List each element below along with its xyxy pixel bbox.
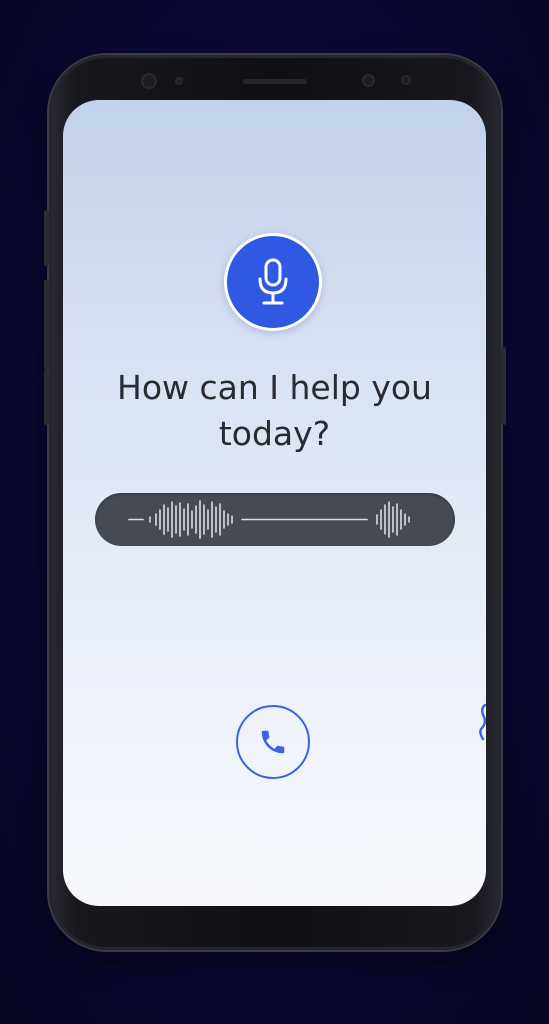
- phone-screen: How can I help you today?: [63, 100, 486, 906]
- microphone-icon: [258, 258, 288, 305]
- proximity-sensor: [175, 77, 183, 85]
- front-camera: [141, 73, 157, 89]
- phone-power-button: [501, 347, 506, 425]
- earpiece-speaker: [243, 79, 307, 84]
- assistant-prompt: How can I help you today?: [63, 365, 486, 457]
- voice-waveform-bar: [95, 493, 455, 546]
- edge-panel-handle[interactable]: [478, 703, 486, 743]
- phone-volume-button: [44, 280, 49, 370]
- prompt-line-1: How can I help you: [117, 368, 432, 407]
- waveform-icon: [128, 500, 410, 539]
- microphone-button[interactable]: [224, 233, 322, 331]
- prompt-line-2: today?: [218, 414, 331, 453]
- call-button[interactable]: [236, 705, 310, 779]
- phone-call-icon: [261, 730, 285, 754]
- phone-top-bezel: [49, 55, 501, 103]
- phone-side-button: [44, 210, 49, 266]
- phone-bixby-button: [44, 370, 49, 425]
- light-sensor: [401, 75, 411, 85]
- phone-device: How can I help you today?: [44, 55, 506, 950]
- iris-sensor: [362, 74, 375, 87]
